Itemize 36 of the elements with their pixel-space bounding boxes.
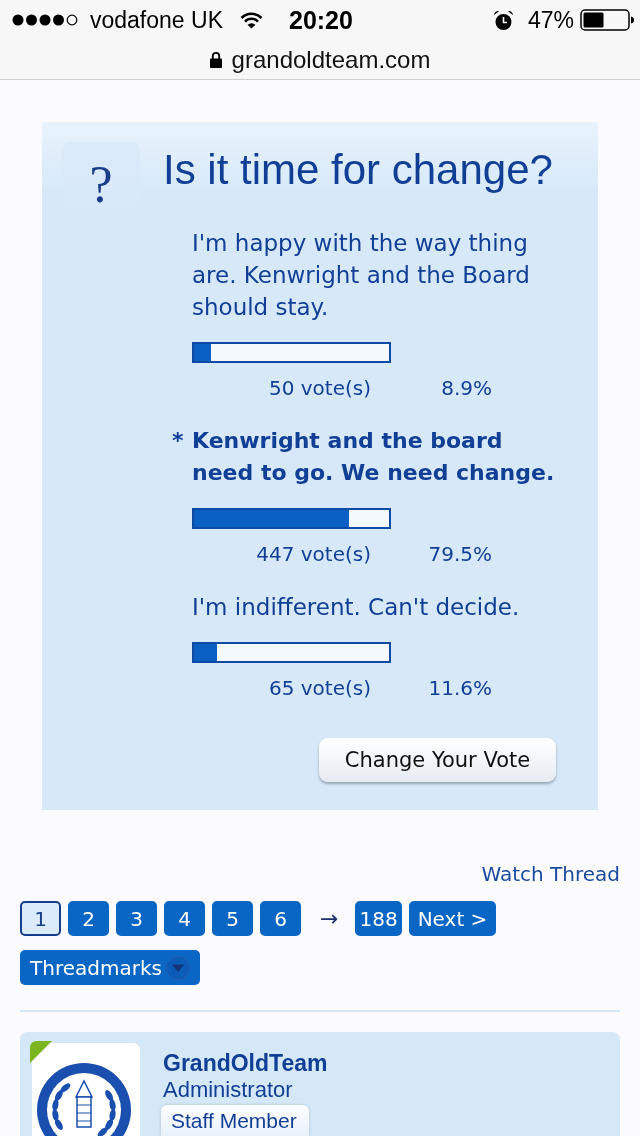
vote-count: 65 vote(s) xyxy=(267,675,371,702)
alarm-clock-icon xyxy=(492,9,514,31)
staff-banner: Staff Member xyxy=(161,1105,309,1136)
url-text[interactable]: grandoldteam.com xyxy=(231,44,431,75)
poll-option-text: I'm happy with the way thing are. Kenwright and the Board should stay. xyxy=(192,229,531,322)
watch-thread-link[interactable]: Watch Thread xyxy=(481,862,620,886)
vote-percentage: 11.6% xyxy=(427,675,492,702)
voted-marker: * xyxy=(172,428,184,453)
carrier-name: vodafone UK xyxy=(90,6,223,34)
caret-icon xyxy=(164,954,191,981)
vote-percentage: 8.9% xyxy=(440,375,492,402)
page-button[interactable]: 6 xyxy=(260,901,301,936)
page-button[interactable]: 2 xyxy=(68,901,109,936)
poll-option-text: Kenwright and the board need to go. We need change. xyxy=(192,427,556,487)
battery-icon xyxy=(580,9,635,31)
vote-percentage: 79.5% xyxy=(427,541,492,568)
author-name[interactable]: GrandOldTeam xyxy=(163,1049,328,1077)
vote-count: 447 vote(s) xyxy=(255,541,371,568)
page-button[interactable]: 188 xyxy=(355,901,402,936)
user-title: Administrator xyxy=(163,1077,293,1103)
page-gap-arrow: → xyxy=(320,904,339,933)
next-page-button[interactable]: Next > xyxy=(408,901,497,936)
threadmarks-button[interactable]: Threadmarks xyxy=(20,950,200,985)
poll-option-text: I'm indifferent. Can't decide. xyxy=(192,593,521,622)
wifi-icon xyxy=(240,11,263,29)
page-button[interactable]: 5 xyxy=(212,901,253,936)
signal-strength-icon xyxy=(12,14,79,26)
battery-percentage: 47% xyxy=(527,6,574,34)
lock-icon xyxy=(209,51,222,68)
change-vote-button[interactable]: Change Your Vote xyxy=(319,738,556,782)
page-button[interactable]: 4 xyxy=(164,901,205,936)
vote-count: 50 vote(s) xyxy=(267,375,371,402)
page-button[interactable]: 3 xyxy=(116,901,157,936)
clock-time: 20:20 xyxy=(289,6,353,34)
poll-title: Is it time for change? xyxy=(163,146,553,194)
page-button[interactable]: 1 xyxy=(20,901,61,936)
